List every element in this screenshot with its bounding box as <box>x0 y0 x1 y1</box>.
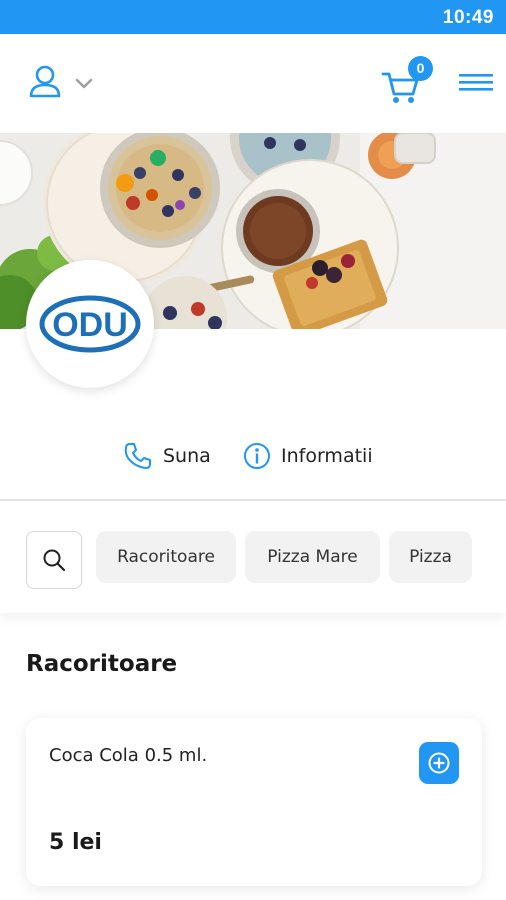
restaurant-actions: Suna Informatii <box>0 436 506 476</box>
restaurant-logo: ODU <box>26 260 154 388</box>
hamburger-menu-button[interactable] <box>456 68 496 98</box>
cart-button[interactable]: 0 <box>380 56 436 106</box>
profile-menu-button[interactable] <box>28 64 98 104</box>
status-time: 10:49 <box>442 7 494 28</box>
logo-text: ODU <box>52 306 128 344</box>
category-bar: Racoritoare Pizza Mare Pizza <box>0 501 506 613</box>
category-chip-pizza-mare[interactable]: Pizza Mare <box>245 531 380 583</box>
category-chip-racoritoare[interactable]: Racoritoare <box>96 531 236 583</box>
call-label: Suna <box>163 445 211 467</box>
product-card[interactable]: Coca Cola 0.5 ml. 5 lei <box>26 718 482 886</box>
section-title: Racoritoare <box>26 651 178 677</box>
product-price: 5 lei <box>49 830 102 855</box>
add-to-cart-button[interactable] <box>419 742 459 784</box>
product-name: Coca Cola 0.5 ml. <box>49 745 208 766</box>
user-icon <box>29 65 93 98</box>
category-chip-pizza[interactable]: Pizza <box>389 531 472 583</box>
plus-circle-icon <box>428 752 450 774</box>
info-label: Informatii <box>281 445 373 467</box>
search-button[interactable] <box>26 531 82 589</box>
phone-icon <box>124 443 151 469</box>
hamburger-menu-icon <box>459 74 493 91</box>
info-icon <box>244 443 270 469</box>
app-header: 0 <box>0 34 506 133</box>
call-button[interactable]: Suna <box>123 440 211 472</box>
status-bar: 10:49 <box>0 0 506 34</box>
search-icon <box>43 549 66 572</box>
info-button[interactable]: Informatii <box>243 440 373 472</box>
chevron-down-icon <box>75 78 93 89</box>
cart-count-badge: 0 <box>408 56 433 81</box>
